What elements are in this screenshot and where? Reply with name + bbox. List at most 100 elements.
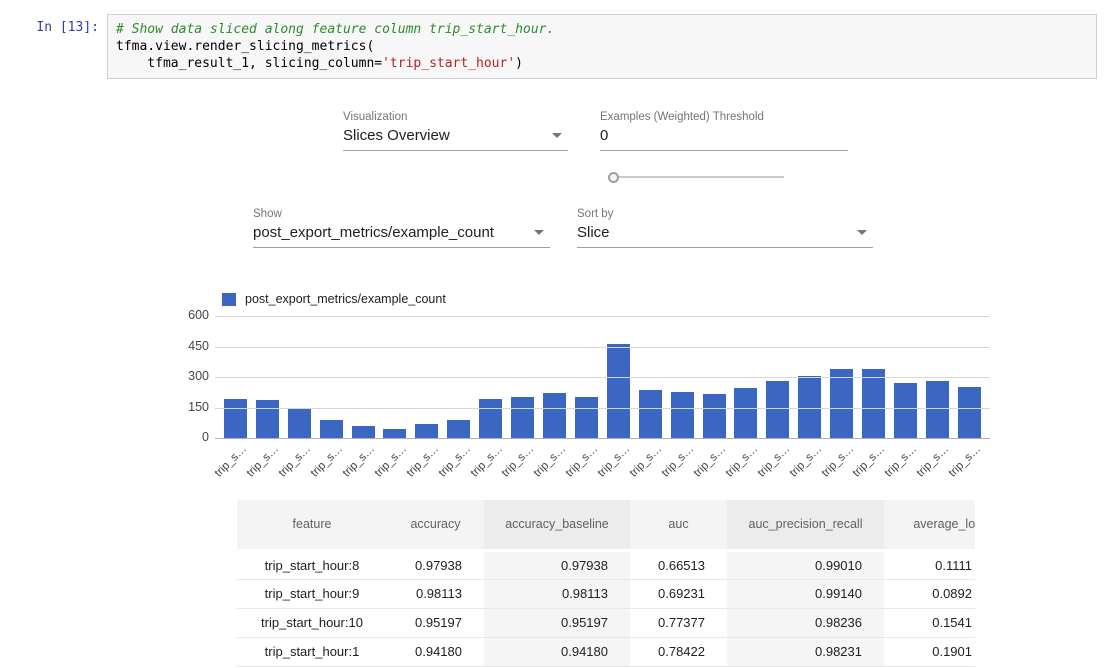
x-tick: trip_s…	[926, 438, 949, 474]
threshold-control: Examples (Weighted) Threshold	[600, 111, 848, 151]
metric-cell: 0.98113	[484, 579, 630, 608]
x-labels: trip_s… trip_s… trip_s… trip_s… trip_s… trip_…	[215, 438, 990, 474]
bar[interactable]	[830, 369, 853, 438]
column-header-average_loss[interactable]: average_loss	[884, 500, 975, 550]
sort-label: Sort by	[577, 208, 873, 220]
bar[interactable]	[543, 393, 566, 438]
bar[interactable]	[383, 429, 406, 438]
column-header-feature[interactable]: feature	[237, 500, 387, 550]
table-header-row: featureaccuracyaccuracy_baselineaucauc_p…	[237, 500, 975, 550]
feature-cell: trip_start_hour:10	[237, 608, 387, 637]
x-tick-label: trip_s…	[500, 443, 537, 480]
feature-cell: trip_start_hour:8	[237, 550, 387, 579]
chevron-down-icon	[857, 230, 867, 235]
x-tick-label: trip_s…	[309, 443, 346, 480]
bar[interactable]	[288, 409, 311, 438]
x-tick-label: trip_s…	[691, 443, 728, 480]
x-tick-label: trip_s…	[245, 443, 282, 480]
show-value: post_export_metrics/example_count	[253, 224, 494, 241]
x-tick-label: trip_s…	[436, 443, 473, 480]
x-tick-label: trip_s…	[628, 443, 665, 480]
bar[interactable]	[926, 381, 949, 438]
bar[interactable]	[479, 399, 502, 438]
bar[interactable]	[575, 397, 598, 438]
sort-control: Sort by Slice	[577, 208, 873, 248]
bar[interactable]	[766, 381, 789, 438]
metric-cell: 0.1111	[884, 550, 975, 579]
y-tick-label: 300	[179, 369, 209, 383]
x-tick-label: trip_s…	[372, 443, 409, 480]
bar[interactable]	[671, 392, 694, 438]
table-row: trip_start_hour:80.979380.979380.665130.…	[237, 550, 975, 579]
visualization-value: Slices Overview	[343, 127, 450, 144]
gridline	[215, 377, 990, 378]
x-tick-label: trip_s…	[947, 443, 984, 480]
show-dropdown[interactable]: post_export_metrics/example_count	[253, 224, 550, 248]
code-comment: # Show data sliced along feature column …	[116, 22, 554, 37]
sort-dropdown[interactable]: Slice	[577, 224, 873, 248]
chevron-down-icon	[534, 230, 544, 235]
x-tick: trip_s…	[703, 438, 726, 474]
metric-cell: 0.95197	[484, 608, 630, 637]
x-tick: trip_s…	[830, 438, 853, 474]
bar[interactable]	[607, 344, 630, 438]
x-tick: trip_s…	[766, 438, 789, 474]
x-tick: trip_s…	[543, 438, 566, 474]
metric-cell: 0.98231	[727, 637, 884, 666]
code-line-3: tfma_result_1, slicing_column=	[116, 56, 382, 71]
bar[interactable]	[415, 424, 438, 438]
metrics-table-container: featureaccuracyaccuracy_baselineaucauc_p…	[237, 500, 975, 668]
table-row: trip_start_hour:10.941800.941800.784220.…	[237, 637, 975, 666]
column-header-accuracy_baseline[interactable]: accuracy_baseline	[484, 500, 630, 550]
bar[interactable]	[862, 369, 885, 438]
bar[interactable]	[958, 387, 981, 438]
column-header-auc[interactable]: auc	[630, 500, 727, 550]
bar[interactable]	[352, 426, 375, 438]
x-tick-label: trip_s…	[883, 443, 920, 480]
x-tick-label: trip_s…	[277, 443, 314, 480]
sort-value: Slice	[577, 224, 610, 241]
cell-prompt: In [13]:	[14, 14, 107, 35]
bar[interactable]	[894, 383, 917, 438]
bar[interactable]	[256, 400, 279, 438]
bar[interactable]	[639, 390, 662, 438]
metric-cell: 0.94180	[387, 637, 484, 666]
slider-track[interactable]	[619, 176, 784, 178]
code-editor[interactable]: # Show data sliced along feature column …	[107, 14, 1097, 79]
x-tick: trip_s…	[320, 438, 343, 474]
bar[interactable]	[224, 399, 247, 438]
x-tick-label: trip_s…	[213, 443, 250, 480]
bar[interactable]	[447, 420, 470, 438]
metric-cell: 0.66513	[630, 550, 727, 579]
metric-cell: 0.99140	[727, 579, 884, 608]
bar[interactable]	[703, 394, 726, 438]
x-tick-label: trip_s…	[564, 443, 601, 480]
threshold-input[interactable]	[600, 127, 848, 151]
column-header-auc_precision_recall[interactable]: auc_precision_recall	[727, 500, 884, 550]
metric-cell: 0.78422	[630, 637, 727, 666]
threshold-slider[interactable]	[608, 170, 784, 184]
metric-cell: 0.98113	[387, 579, 484, 608]
bar[interactable]	[734, 388, 757, 438]
metric-cell: 0.98236	[727, 608, 884, 637]
bar[interactable]	[320, 420, 343, 438]
x-tick: trip_s…	[607, 438, 630, 474]
metric-cell: 0.95197	[387, 608, 484, 637]
x-tick: trip_s…	[639, 438, 662, 474]
x-tick: trip_s…	[958, 438, 981, 474]
metric-cell: 0.69231	[630, 579, 727, 608]
code-cell: In [13]: # Show data sliced along featur…	[14, 14, 1097, 79]
table-row: trip_start_hour:90.981130.981130.692310.…	[237, 579, 975, 608]
gridline	[215, 347, 990, 348]
legend-label: post_export_metrics/example_count	[245, 292, 446, 306]
bar[interactable]	[511, 397, 534, 438]
slices-bar-chart: post_export_metrics/example_count 600450…	[185, 292, 995, 474]
visualization-dropdown[interactable]: Slices Overview	[343, 127, 568, 151]
x-tick-label: trip_s…	[468, 443, 505, 480]
slider-knob[interactable]	[608, 172, 619, 183]
column-header-accuracy[interactable]: accuracy	[387, 500, 484, 550]
x-tick: trip_s…	[224, 438, 247, 474]
x-tick-label: trip_s…	[341, 443, 378, 480]
x-tick-label: trip_s…	[404, 443, 441, 480]
metric-cell: 0.77377	[630, 608, 727, 637]
